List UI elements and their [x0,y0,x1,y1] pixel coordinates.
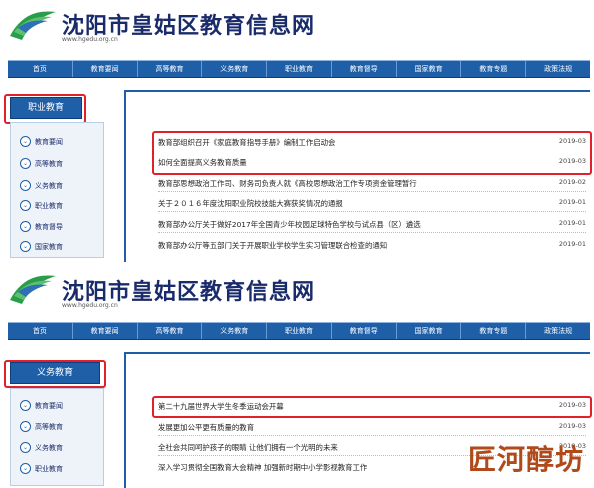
chevron-down-icon: ⌄ [20,180,31,191]
news-row[interactable]: 如何全面提高义务教育质量 2019-03 [158,157,586,169]
site-url: www.hgedu.org.cn [62,302,118,309]
site-logo[interactable] [8,6,58,46]
sidebar-item[interactable]: ⌄ 教育要闻 [20,136,63,147]
chevron-down-icon: ⌄ [20,400,31,411]
news-row[interactable]: 关于２０１６年度沈阳职业院校技能大赛获奖情况的通报 2019-01 [158,198,586,210]
nav-home[interactable]: 首页 [8,61,73,77]
news-title: 如何全面提高义务教育质量 [158,158,247,167]
news-date: 2019-02 [558,178,586,186]
sidebar-item-label: 义务教育 [35,181,63,190]
main-nav: 首页 教育要闻 高等教育 义务教育 职业教育 教育督导 国家教育 教育专题 政策… [8,60,590,78]
news-list-panel [124,90,590,262]
chevron-down-icon: ⌄ [20,241,31,252]
news-row[interactable]: 教育部组织召开《家庭教育指导手册》编制工作启动会 2019-03 [158,137,586,149]
sidebar-item[interactable]: ⌄ 高等教育 [20,158,63,169]
news-row[interactable]: 教育部办公厅关于做好2017年全国青少年校园足球特色学校与试点县（区）遴选 201… [158,219,586,231]
nav-home[interactable]: 首页 [8,323,73,339]
row-divider [158,211,586,212]
chevron-down-icon: ⌄ [20,421,31,432]
sidebar-item-label: 职业教育 [35,464,63,473]
chevron-down-icon: ⌄ [20,200,31,211]
nav-education-news[interactable]: 教育要闻 [73,323,138,339]
news-row[interactable]: 第二十九届世界大学生冬季运动会开幕 2019-03 [158,401,586,413]
nav-national-education[interactable]: 国家教育 [397,61,462,77]
watermark-logo: 匠河醇坊 [467,443,584,476]
chevron-down-icon: ⌄ [20,221,31,232]
row-divider [158,232,586,233]
sidebar-item[interactable]: ⌄ 职业教育 [20,200,63,211]
news-title: 教育部组织召开《家庭教育指导手册》编制工作启动会 [158,138,336,147]
news-title: 发展更加公平更有质量的教育 [158,423,255,432]
site-logo[interactable] [8,270,58,310]
nav-vocational-education[interactable]: 职业教育 [267,61,332,77]
news-date: 2019-01 [558,219,586,227]
chevron-down-icon: ⌄ [20,463,31,474]
sidebar-item-label: 高等教育 [35,159,63,168]
main-nav: 首页 教育要闻 高等教育 义务教育 职业教育 教育督导 国家教育 教育专题 政策… [8,322,590,340]
nav-higher-education[interactable]: 高等教育 [138,61,203,77]
news-row[interactable]: 教育部思想政治工作司、财务司负责人就《高校思想政治工作专项资金管理暂行 2019-… [158,178,586,190]
nav-education-topics[interactable]: 教育专题 [461,323,527,339]
nav-policies[interactable]: 政策法规 [526,61,590,77]
sidebar-item-label: 职业教育 [35,201,63,210]
screenshot-panel-top: 沈阳市皇姑区教育信息网 www.hgedu.org.cn 首页 教育要闻 高等教… [0,0,594,262]
news-title: 教育部思想政治工作司、财务司负责人就《高校思想政治工作专项资金管理暂行 [158,179,417,188]
sidebar-item-label: 教育督导 [35,222,63,231]
nav-education-news[interactable]: 教育要闻 [73,61,138,77]
sidebar-item[interactable]: ⌄ 国家教育 [20,241,63,252]
nav-education-topics[interactable]: 教育专题 [461,61,527,77]
sidebar-item-label: 义务教育 [35,443,63,452]
swoosh-logo-icon [10,275,56,304]
news-title: 第二十九届世界大学生冬季运动会开幕 [158,402,284,411]
nav-education-supervision[interactable]: 教育督导 [332,323,397,339]
news-title: 深入学习贯彻全国教育大会精神 加强新时期中小学影视教育工作 [158,463,368,472]
nav-compulsory-education[interactable]: 义务教育 [202,61,268,77]
nav-policies[interactable]: 政策法规 [526,323,590,339]
nav-higher-education[interactable]: 高等教育 [138,323,203,339]
news-row[interactable]: 发展更加公平更有质量的教育 2019-03 [158,422,586,434]
sidebar-item-label: 教育要闻 [35,401,63,410]
news-title: 教育部办公厅关于做好2017年全国青少年校园足球特色学校与试点县（区）遴选 [158,220,421,229]
news-date: 2019-03 [558,422,586,430]
nav-education-supervision[interactable]: 教育督导 [332,61,397,77]
news-row[interactable]: 教育部办公厅等五部门关于开展职业学校学生实习管理联合检查的通知 2019-01 [158,240,586,252]
chevron-down-icon: ⌄ [20,158,31,169]
sidebar-item-label: 国家教育 [35,242,63,251]
sidebar-title[interactable]: 职业教育 [10,97,82,119]
news-date: 2019-01 [558,198,586,206]
nav-compulsory-education[interactable]: 义务教育 [202,323,268,339]
row-divider [158,435,586,436]
chevron-down-icon: ⌄ [20,442,31,453]
row-divider [158,191,586,192]
news-title: 全社会共同呵护孩子的眼睛 让他们拥有一个光明的未来 [158,443,338,452]
sidebar-item[interactable]: ⌄ 义务教育 [20,180,63,191]
news-title: 教育部办公厅等五部门关于开展职业学校学生实习管理联合检查的通知 [158,241,388,250]
news-date: 2019-03 [558,401,586,409]
news-date: 2019-03 [558,137,586,145]
news-date: 2019-03 [558,157,586,165]
sidebar-item[interactable]: ⌄ 义务教育 [20,442,63,453]
news-date: 2019-01 [558,240,586,248]
nav-national-education[interactable]: 国家教育 [397,323,462,339]
news-title: 关于２０１６年度沈阳职业院校技能大赛获奖情况的通报 [158,199,343,208]
sidebar-item[interactable]: ⌄ 高等教育 [20,421,63,432]
sidebar-item[interactable]: ⌄ 教育要闻 [20,400,63,411]
sidebar-item-label: 教育要闻 [35,137,63,146]
sidebar-item[interactable]: ⌄ 职业教育 [20,463,63,474]
sidebar-title[interactable]: 义务教育 [10,362,100,384]
swoosh-logo-icon [10,11,56,40]
site-url: www.hgedu.org.cn [62,36,118,43]
nav-vocational-education[interactable]: 职业教育 [267,323,332,339]
sidebar-item-label: 高等教育 [35,422,63,431]
chevron-down-icon: ⌄ [20,136,31,147]
sidebar-item[interactable]: ⌄ 教育督导 [20,221,63,232]
